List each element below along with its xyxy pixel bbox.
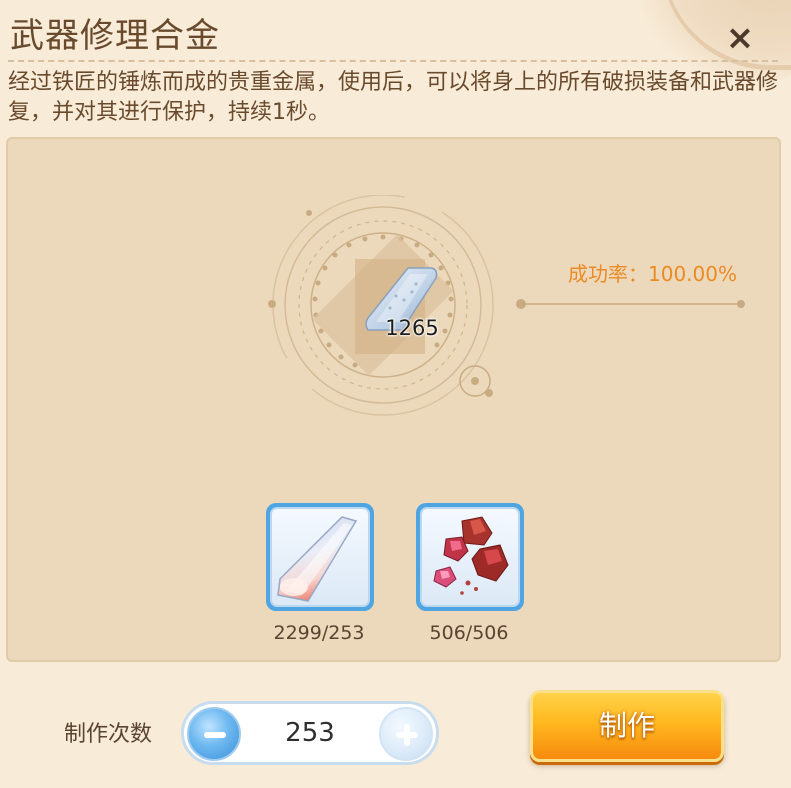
craft-button[interactable]: 制作 — [530, 690, 724, 762]
material-slot-red-ore[interactable] — [416, 503, 524, 611]
crafted-item-count: 1265 — [385, 316, 439, 340]
item-description: 经过铁匠的锤炼而成的贵重金属，使用后，可以将身上的所有破损装备和武器修复，并对其… — [8, 70, 779, 125]
dialog-title: 武器修理合金 — [10, 16, 220, 56]
material-count-alloy: 2299/253 — [273, 622, 365, 644]
success-rate-connector — [516, 299, 745, 309]
minus-icon[interactable] — [187, 707, 241, 761]
material-slot-alloy[interactable] — [266, 503, 374, 611]
title-divider — [8, 60, 778, 62]
craft-count-stepper: 253 — [181, 701, 439, 765]
plus-icon[interactable] — [379, 707, 433, 761]
craft-dialog: 武器修理合金 × 经过铁匠的锤炼而成的贵重金属，使用后，可以将身上的所有破损装备… — [0, 0, 791, 788]
alloy-plate-icon — [277, 516, 358, 602]
close-icon[interactable]: × — [722, 18, 758, 58]
material-count-red-ore: 506/506 — [429, 622, 509, 644]
craft-count-input[interactable]: 253 — [244, 704, 376, 762]
success-rate-text: 成功率：100.00% — [568, 262, 737, 286]
red-ore-icon — [433, 516, 509, 595]
craft-count-label: 制作次数 — [64, 722, 153, 747]
